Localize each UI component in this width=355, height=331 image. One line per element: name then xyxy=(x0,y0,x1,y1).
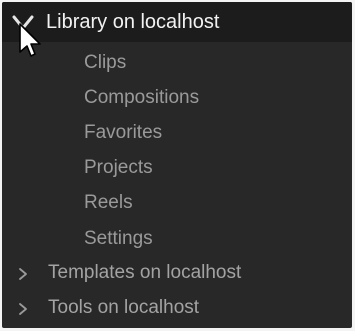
tree-item-reels[interactable]: Reels xyxy=(84,191,133,215)
mouse-pointer-icon xyxy=(18,22,44,60)
tree-item-favorites[interactable]: Favorites xyxy=(84,121,162,145)
tree-node-label: Tools on localhost xyxy=(48,297,200,318)
chevron-right-icon[interactable] xyxy=(18,267,28,281)
tree-node-library-on-localhost[interactable]: Library on localhost xyxy=(2,2,352,42)
tree-item-projects[interactable]: Projects xyxy=(84,156,153,180)
library-tree-panel: Library on localhost Clips Compositions … xyxy=(2,2,352,328)
tree-node-label: Library on localhost xyxy=(46,11,220,33)
tree-item-clips[interactable]: Clips xyxy=(84,51,126,75)
tree-node-tools-on-localhost[interactable]: Tools on localhost xyxy=(2,292,352,326)
tree-node-label: Templates on localhost xyxy=(48,262,242,283)
chevron-right-icon[interactable] xyxy=(18,302,28,316)
tree-item-settings[interactable]: Settings xyxy=(84,227,153,251)
tree-item-compositions[interactable]: Compositions xyxy=(84,86,199,110)
tree-node-templates-on-localhost[interactable]: Templates on localhost xyxy=(2,257,352,291)
